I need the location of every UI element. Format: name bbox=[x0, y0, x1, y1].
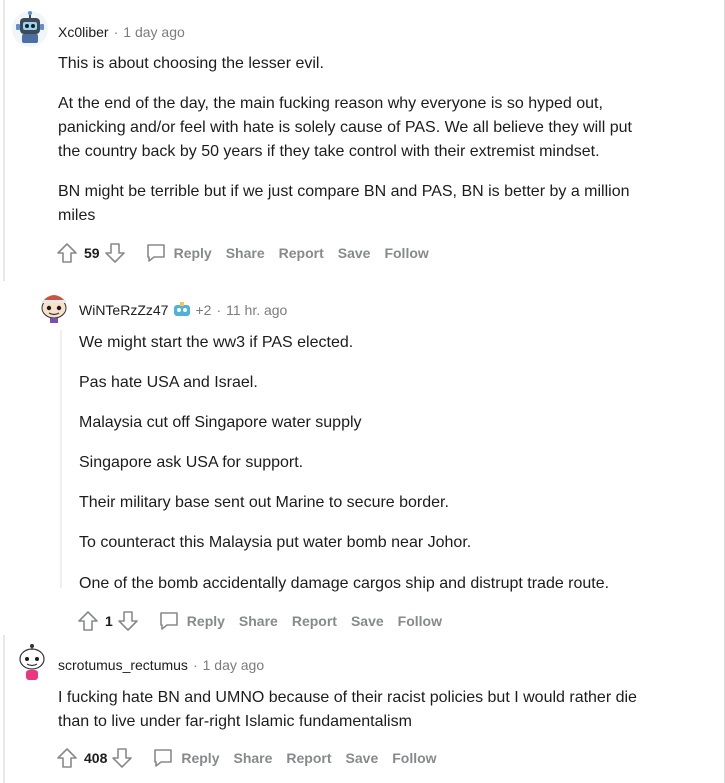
downvote-icon[interactable] bbox=[104, 241, 126, 265]
comment-actions: 408 Reply Share Report Save Follow bbox=[56, 746, 451, 770]
comment-text: To counteract this Malaysia put water bo… bbox=[79, 534, 472, 551]
username-link[interactable]: scrotumus_rectumus bbox=[58, 657, 188, 673]
username-link[interactable]: Xc0liber bbox=[58, 24, 109, 40]
separator: · bbox=[192, 657, 198, 673]
comment-meta: WiNTeRzZz47 +2 · 11 hr. ago bbox=[79, 302, 287, 318]
upvote-icon[interactable] bbox=[56, 746, 78, 770]
comment-text: One of the bomb accidentally damage carg… bbox=[79, 575, 610, 592]
thread-line[interactable] bbox=[3, 0, 5, 281]
award-icon[interactable] bbox=[173, 302, 191, 318]
snoo-avatar-icon bbox=[19, 644, 45, 680]
comment-text: We might start the ww3 if PAS elected. bbox=[79, 334, 354, 351]
reply-icon[interactable] bbox=[157, 609, 181, 633]
upvote-icon[interactable] bbox=[77, 609, 99, 633]
comment-text: BN might be terrible but if we just comp… bbox=[58, 183, 630, 200]
save-button[interactable]: Save bbox=[351, 613, 384, 629]
comment-text: Singapore ask USA for support. bbox=[79, 454, 304, 471]
share-button[interactable]: Share bbox=[226, 245, 265, 261]
upvote-icon[interactable] bbox=[56, 241, 78, 265]
comment-text: Pas hate USA and Israel. bbox=[79, 374, 258, 391]
follow-button[interactable]: Follow bbox=[392, 750, 436, 766]
comment-text: At the end of the day, the main fucking … bbox=[58, 95, 603, 112]
downvote-icon[interactable] bbox=[111, 746, 133, 770]
comment-meta: scrotumus_rectumus · 1 day ago bbox=[58, 657, 264, 673]
reply-button[interactable]: Reply bbox=[181, 750, 219, 766]
robot-avatar-icon bbox=[16, 11, 44, 43]
avatar[interactable] bbox=[14, 642, 50, 682]
vote-score: 59 bbox=[84, 245, 100, 261]
follow-button[interactable]: Follow bbox=[398, 613, 442, 629]
comment-text: I fucking hate BN and UMNO because of th… bbox=[58, 689, 637, 706]
avatar[interactable] bbox=[12, 11, 48, 47]
share-button[interactable]: Share bbox=[233, 750, 272, 766]
reply-icon[interactable] bbox=[144, 241, 168, 265]
report-button[interactable]: Report bbox=[292, 613, 337, 629]
reply-button[interactable]: Reply bbox=[174, 245, 212, 261]
thread-line[interactable] bbox=[60, 330, 62, 588]
timestamp[interactable]: 1 day ago bbox=[203, 657, 265, 673]
follow-button[interactable]: Follow bbox=[384, 245, 428, 261]
thread-line[interactable] bbox=[3, 635, 5, 783]
comment-text: This is about choosing the lesser evil. bbox=[58, 55, 324, 72]
timestamp[interactable]: 1 day ago bbox=[123, 24, 185, 40]
comment-text: panicking and/or feel with hate is solel… bbox=[58, 119, 632, 136]
username-link[interactable]: WiNTeRzZz47 bbox=[79, 302, 168, 318]
comment-text: Malaysia cut off Singapore water supply bbox=[79, 414, 362, 431]
report-button[interactable]: Report bbox=[279, 245, 324, 261]
save-button[interactable]: Save bbox=[338, 245, 371, 261]
save-button[interactable]: Save bbox=[346, 750, 379, 766]
comment-text: than to live under far-right Islamic fun… bbox=[58, 713, 412, 730]
vote-score: 408 bbox=[84, 750, 108, 766]
reply-button[interactable]: Reply bbox=[187, 613, 225, 629]
share-button[interactable]: Share bbox=[239, 613, 278, 629]
comment-actions: 1 Reply Share Report Save Follow bbox=[77, 609, 456, 633]
reply-icon[interactable] bbox=[151, 746, 175, 770]
timestamp[interactable]: 11 hr. ago bbox=[226, 302, 287, 318]
vote-score: 1 bbox=[105, 613, 113, 629]
comment-actions: 59 Reply Share Report Save Follow bbox=[56, 241, 443, 265]
comment-meta: Xc0liber · 1 day ago bbox=[58, 24, 185, 40]
comment-text: Their military base sent out Marine to s… bbox=[79, 494, 449, 511]
downvote-icon[interactable] bbox=[117, 609, 139, 633]
report-button[interactable]: Report bbox=[286, 750, 331, 766]
separator: · bbox=[216, 302, 222, 318]
snoo-avatar-icon bbox=[41, 295, 67, 323]
award-count: +2 bbox=[195, 302, 212, 318]
comment-text: miles bbox=[58, 207, 96, 224]
avatar[interactable] bbox=[36, 288, 72, 324]
separator: · bbox=[113, 24, 119, 40]
comment-text: the country back by 50 years if they tak… bbox=[58, 143, 600, 160]
